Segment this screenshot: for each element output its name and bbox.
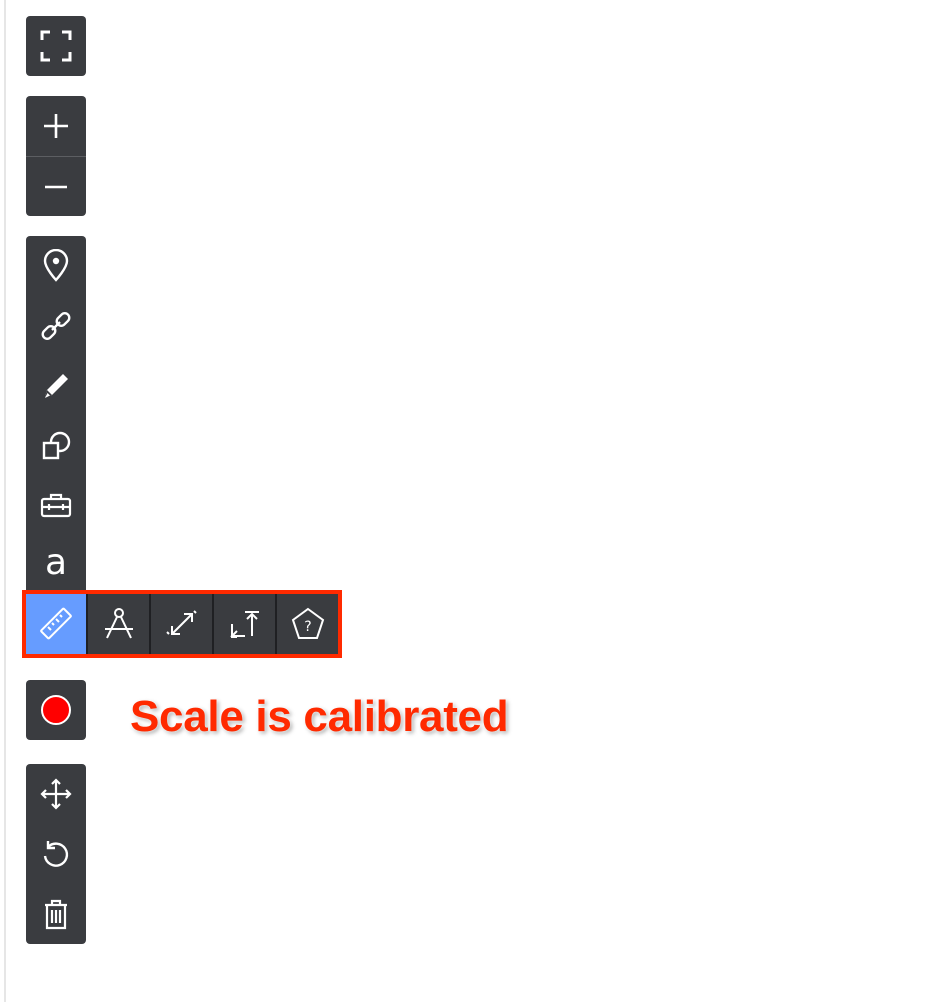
record-group [26,680,86,740]
shapes-icon [42,431,71,460]
shapes-button[interactable] [26,416,86,476]
tools-group: a [26,236,86,594]
marker-button[interactable] [26,236,86,296]
record-button[interactable] [26,680,86,740]
ruler-icon [40,607,72,640]
record-dot-icon [41,695,71,725]
move-button[interactable] [26,764,86,824]
zoom-out-button[interactable] [26,157,86,216]
link-icon [41,312,71,340]
left-border [4,0,6,1002]
edit-group [26,764,86,944]
compass-icon [104,608,133,639]
toolbox-icon [40,493,72,518]
height-arrow-icon [229,611,259,638]
annotation-caption: Scale is calibrated [130,692,509,741]
svg-text:?: ? [304,619,311,635]
fullscreen-button[interactable] [26,16,86,76]
polygon-help-button[interactable]: ? [277,594,338,654]
polygon-help-icon: ? [291,607,324,639]
compass-button[interactable] [88,594,149,654]
pencil-icon [45,374,68,398]
zoom-in-button[interactable] [26,96,86,156]
toolbox-button[interactable] [26,476,86,536]
plus-icon [44,114,68,138]
trash-icon [45,899,67,930]
ruler-button[interactable] [26,594,86,654]
rotate-button[interactable] [26,824,86,884]
move-icon [40,778,72,810]
height-button[interactable] [214,594,275,654]
map-pin-icon [43,249,69,282]
delete-button[interactable] [26,884,86,944]
scale-button[interactable] [151,594,212,654]
zoom-group [26,96,86,216]
link-button[interactable] [26,296,86,356]
text-label: a [44,542,68,583]
scale-arrows-icon [165,610,197,635]
rotate-icon [43,841,69,867]
minus-icon [45,185,67,188]
fullscreen-group [26,16,86,76]
draw-button[interactable] [26,356,86,416]
text-button[interactable]: a [26,536,86,594]
measure-toolbar: ? [22,590,342,658]
fullscreen-icon [40,30,72,62]
